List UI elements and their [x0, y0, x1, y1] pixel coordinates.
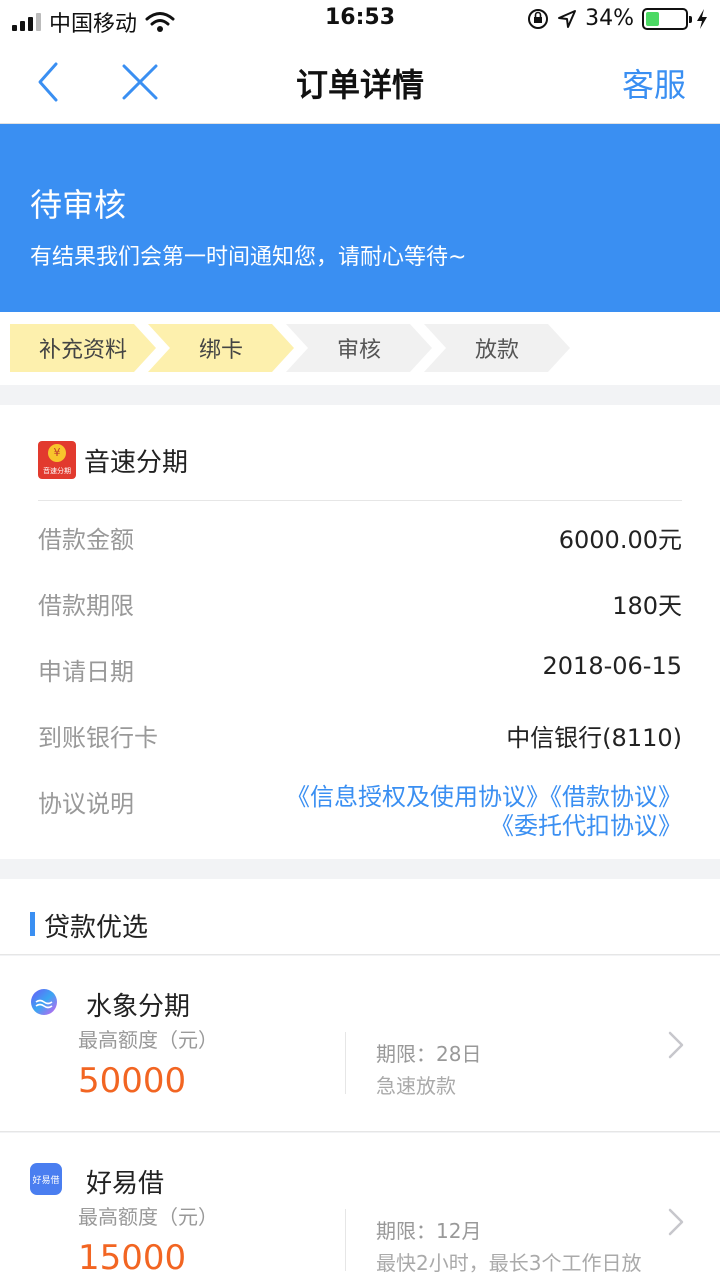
location-icon — [558, 9, 577, 28]
agreement-link-loan[interactable]: 《借款协议》 — [550, 783, 682, 811]
order-status-desc: 有结果我们会第一时间通知您，请耐心等待~ — [30, 245, 467, 270]
detail-row-term: 借款期限 180天 — [38, 586, 682, 622]
close-icon[interactable] — [118, 58, 162, 106]
loan-offer-item[interactable]: 好易借 好易借 最高额度（元） 15000 期限：12月 最快2小时，最长3个工… — [0, 1133, 720, 1280]
step-bind-card: 绑卡 — [148, 324, 294, 372]
status-right: 34% — [527, 6, 708, 31]
rotation-lock-icon — [528, 8, 549, 29]
step-disbursement: 放款 — [424, 324, 570, 372]
detail-row-date: 申请日期 2018-06-15 — [38, 652, 682, 688]
yuan-coin-icon: ¥ — [48, 444, 66, 462]
chevron-right-icon — [668, 1031, 684, 1059]
shuixiang-logo-icon — [31, 989, 57, 1015]
detail-label: 协议说明 — [38, 790, 134, 818]
merchant-logo-text: 音速分期 — [43, 467, 71, 475]
status-bar: 中国移动 16:53 34% — [0, 0, 720, 40]
step-review: 审核 — [286, 324, 432, 372]
merchant-logo: ¥ 音速分期 — [38, 441, 76, 479]
divider — [345, 1209, 346, 1271]
section-accent-bar — [30, 912, 35, 936]
agreement-links: 《信息授权及使用协议》《借款协议》 《委托代扣协议》 — [242, 783, 682, 841]
agreement-link-info-authorization[interactable]: 《信息授权及使用协议》 — [286, 783, 550, 811]
loan-limit-caption: 最高额度（元） — [78, 1028, 218, 1052]
chevron-right-icon — [668, 1208, 684, 1236]
back-icon[interactable] — [30, 58, 70, 106]
loan-term: 期限：12月 — [376, 1219, 482, 1243]
agreement-link-withholding[interactable]: 《委托代扣协议》 — [490, 812, 682, 840]
loan-note: 急速放款 — [376, 1074, 456, 1098]
nav-bar: 订单详情 客服 — [0, 40, 720, 124]
customer-service-button[interactable]: 客服 — [622, 60, 686, 106]
order-detail-card: ¥ 音速分期 音速分期 借款金额 6000.00元 借款期限 180天 申请日期… — [0, 405, 720, 859]
battery-fill — [646, 11, 659, 26]
recommend-title: 贷款优选 — [44, 913, 149, 943]
loan-name: 好易借 — [86, 1169, 165, 1199]
divider — [345, 1032, 346, 1094]
detail-label: 借款金额 — [38, 526, 134, 554]
order-status-banner: 待审核 有结果我们会第一时间通知您，请耐心等待~ — [0, 124, 720, 312]
loan-name: 水象分期 — [86, 992, 191, 1022]
page-title: 订单详情 — [295, 66, 424, 104]
merchant-name: 音速分期 — [84, 447, 189, 478]
detail-row-bank-card: 到账银行卡 中信银行(8110) — [38, 718, 682, 754]
loan-limit-caption: 最高额度（元） — [78, 1205, 218, 1229]
haoyijie-logo-icon: 好易借 — [30, 1163, 62, 1195]
loan-max-amount: 15000 — [78, 1238, 187, 1278]
charging-icon — [697, 8, 707, 29]
detail-value: 180天 — [612, 592, 682, 620]
merchant-header: ¥ 音速分期 音速分期 — [38, 441, 188, 479]
detail-label: 申请日期 — [38, 658, 134, 686]
order-status-title: 待审核 — [30, 186, 127, 224]
haoyijie-logo-text: 好易借 — [32, 1174, 59, 1186]
detail-row-amount: 借款金额 6000.00元 — [38, 520, 682, 556]
loan-max-amount: 50000 — [78, 1061, 187, 1101]
battery-icon — [642, 7, 692, 30]
loan-term: 期限：28日 — [376, 1042, 482, 1066]
detail-value: 中信银行(8110) — [506, 724, 682, 752]
step-supplement-info: 补充资料 — [10, 324, 156, 372]
progress-steps: 补充资料 绑卡 审核 放款 — [0, 312, 720, 385]
detail-value: 6000.00元 — [558, 526, 682, 554]
divider — [38, 500, 682, 501]
detail-label: 借款期限 — [38, 592, 134, 620]
loan-offer-item[interactable]: 水象分期 最高额度（元） 50000 期限：28日 急速放款 — [0, 956, 720, 1132]
battery-percent: 34% — [585, 6, 634, 31]
recommend-header: 贷款优选 — [0, 879, 720, 955]
loan-note: 最快2小时，最长3个工作日放 — [376, 1251, 642, 1275]
detail-value: 2018-06-15 — [542, 652, 682, 680]
detail-label: 到账银行卡 — [38, 724, 158, 752]
